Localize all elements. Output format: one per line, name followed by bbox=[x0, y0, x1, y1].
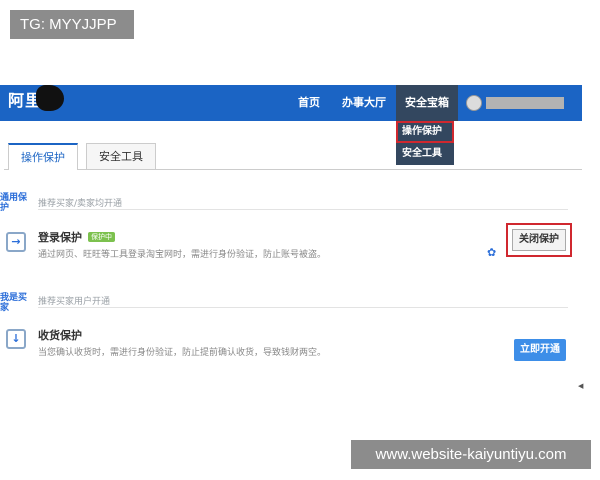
enable-now-button[interactable]: 立即开通 bbox=[514, 339, 566, 361]
section-hint-general: 推荐买家/卖家均开通 bbox=[38, 199, 123, 209]
download-arrow-icon: ↓ bbox=[6, 329, 26, 349]
section-label-general: 通用保护 bbox=[0, 193, 28, 213]
gear-icon[interactable]: ✿ bbox=[487, 246, 496, 259]
scroll-left-arrow-icon[interactable]: ◀ bbox=[578, 382, 583, 390]
section-label-buyer: 我是买家 bbox=[0, 293, 28, 313]
close-protection-button[interactable]: 关闭保护 bbox=[512, 229, 566, 251]
section-divider bbox=[38, 209, 568, 210]
login-protection-title: 登录保护 bbox=[38, 231, 82, 244]
top-watermark: TG: MYYJJPP bbox=[10, 10, 134, 39]
top-nav-bar: 阿里 首页 办事大厅 安全宝箱 bbox=[0, 85, 582, 121]
app-frame: 阿里 首页 办事大厅 安全宝箱 操作保护 安全工具 操作保护 安全工具 通用保护… bbox=[0, 85, 582, 395]
receipt-protection-title: 收货保护 bbox=[38, 329, 82, 342]
bottom-watermark: www.website-kaiyuntiyu.com bbox=[351, 440, 591, 469]
tab-operation-protection[interactable]: 操作保护 bbox=[8, 143, 78, 170]
logo-redaction bbox=[36, 85, 64, 111]
status-badge: 保护中 bbox=[88, 232, 115, 242]
dropdown-item-operation-protection[interactable]: 操作保护 bbox=[396, 121, 454, 143]
login-protection-desc: 通过网页、旺旺等工具登录淘宝网时，需进行身份验证，防止账号被盗。 bbox=[38, 250, 327, 260]
tab-bar: 操作保护 安全工具 bbox=[4, 141, 582, 170]
section-divider bbox=[38, 307, 568, 308]
nav-service-hall[interactable]: 办事大厅 bbox=[342, 85, 386, 121]
highlight-box: 关闭保护 bbox=[506, 223, 572, 257]
nav-security-box[interactable]: 安全宝箱 bbox=[396, 85, 458, 121]
user-avatar-icon[interactable] bbox=[466, 95, 482, 111]
tab-security-tools[interactable]: 安全工具 bbox=[86, 143, 156, 169]
username-redaction bbox=[486, 97, 564, 109]
section-hint-buyer: 推荐买家用户开通 bbox=[38, 297, 111, 307]
login-arrow-icon: → bbox=[6, 232, 26, 252]
nav-home[interactable]: 首页 bbox=[298, 85, 320, 121]
receipt-protection-desc: 当您确认收货时，需进行身份验证，防止提前确认收货，导致钱财两空。 bbox=[38, 348, 327, 358]
